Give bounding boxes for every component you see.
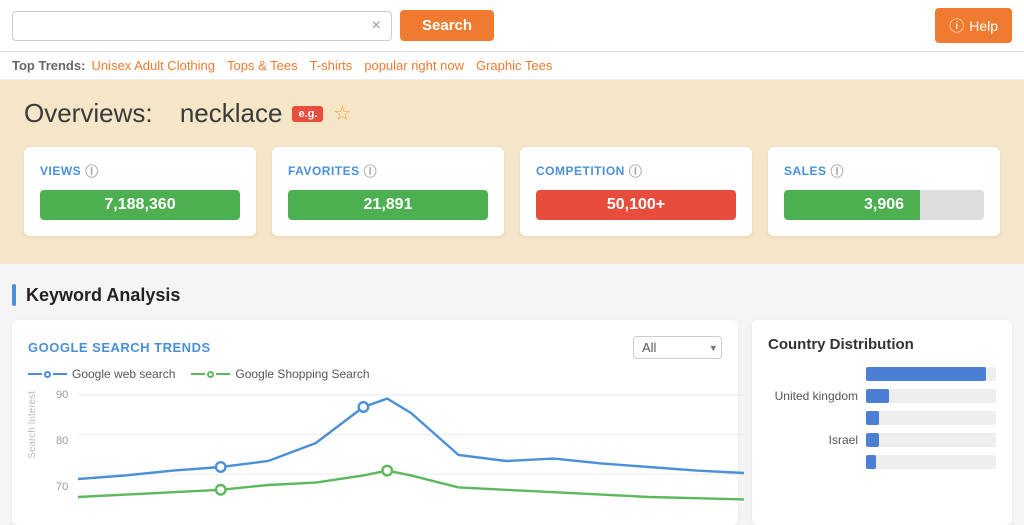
lower-row: GOOGLE SEARCH TRENDS All 12 months 6 mon…: [12, 320, 1012, 525]
trend-link-1[interactable]: Tops & Tees: [227, 58, 298, 73]
stat-label-sales: SALES ⓘ: [784, 161, 984, 180]
dropdown-wrapper: All 12 months 6 months: [633, 336, 722, 359]
legend-web-search: Google web search: [28, 367, 175, 381]
legend: Google web search Google Shopping Search: [28, 367, 722, 381]
country-bar-bg-0: [866, 367, 996, 381]
country-bar-row-4: [768, 455, 996, 469]
stat-label-views: VIEWS ⓘ: [40, 161, 240, 180]
trends-card-header: GOOGLE SEARCH TRENDS All 12 months 6 mon…: [28, 336, 722, 359]
country-bar-row-1: United kingdom: [768, 389, 996, 403]
eg-badge: e.g.: [292, 106, 323, 122]
legend-web-search-label: Google web search: [72, 367, 175, 381]
country-bar-fill-0: [866, 367, 986, 381]
section-title-bar: [12, 284, 16, 306]
country-name-1: United kingdom: [768, 389, 858, 403]
all-dropdown[interactable]: All 12 months 6 months: [633, 336, 722, 359]
country-bar-bg-1: [866, 389, 996, 403]
y-label-90: 90: [56, 389, 76, 401]
trends-chart: [78, 389, 744, 509]
help-label: Help: [969, 18, 998, 34]
competition-info-icon[interactable]: ⓘ: [629, 161, 643, 180]
stat-label-competition: COMPETITION ⓘ: [536, 161, 736, 180]
overview-title-prefix: Overviews:: [24, 98, 153, 129]
main-content: Keyword Analysis GOOGLE SEARCH TRENDS Al…: [0, 264, 1024, 525]
help-icon: ⓘ: [949, 15, 964, 36]
search-bar: necklace × Search ⓘ Help: [0, 0, 1024, 52]
country-bar-bg-3: [866, 433, 996, 447]
y-label-70: 70: [56, 481, 76, 493]
stat-card-competition: COMPETITION ⓘ 50,100+: [520, 147, 752, 236]
trend-link-4[interactable]: Graphic Tees: [476, 58, 552, 73]
chart-container: Search Interest 90 80 70: [28, 389, 722, 509]
country-bar-row-3: Israel: [768, 433, 996, 447]
stat-card-sales: SALES ⓘ 3,906: [768, 147, 1000, 236]
chart-y-axis: Search Interest: [28, 389, 56, 509]
overview-banner: Overviews: necklace e.g. ☆ VIEWS ⓘ 7,188…: [0, 80, 1024, 264]
views-info-icon[interactable]: ⓘ: [85, 161, 99, 180]
stats-row: VIEWS ⓘ 7,188,360 FAVORITES ⓘ 21,891 COM…: [24, 147, 1000, 236]
keyword-analysis-title: Keyword Analysis: [26, 285, 180, 306]
stat-card-views: VIEWS ⓘ 7,188,360: [24, 147, 256, 236]
trend-link-2[interactable]: T-shirts: [310, 58, 353, 73]
country-bar-bg-2: [866, 411, 996, 425]
clear-icon[interactable]: ×: [372, 17, 381, 35]
country-bar-fill-4: [866, 455, 876, 469]
overview-title: Overviews: necklace e.g. ☆: [24, 98, 1000, 129]
country-bar-fill-3: [866, 433, 879, 447]
search-input[interactable]: necklace: [23, 18, 366, 34]
country-bar-fill-2: [866, 411, 879, 425]
country-bar-row-0: [768, 367, 996, 381]
sales-info-icon[interactable]: ⓘ: [831, 161, 845, 180]
country-bar-bg-4: [866, 455, 996, 469]
overview-keyword: necklace: [180, 98, 283, 129]
stat-value-views: 7,188,360: [40, 190, 240, 220]
chart-svg-area: 90 80 70: [56, 389, 722, 509]
top-trends-bar: Top Trends: Unisex Adult Clothing Tops &…: [0, 52, 1024, 80]
y-label-80: 80: [56, 435, 76, 447]
country-bar-fill-1: [866, 389, 889, 403]
legend-shopping-search: Google Shopping Search: [191, 367, 369, 381]
search-input-wrapper: necklace ×: [12, 11, 392, 41]
star-icon[interactable]: ☆: [333, 101, 351, 126]
stat-label-favorites: FAVORITES ⓘ: [288, 161, 488, 180]
y-label-search-interest: Search Interest: [28, 391, 42, 459]
country-bar-row-2: [768, 411, 996, 425]
country-distribution-card: Country Distribution United kingdom: [752, 320, 1012, 525]
stat-card-favorites: FAVORITES ⓘ 21,891: [272, 147, 504, 236]
keyword-analysis-section: Keyword Analysis: [12, 284, 1012, 306]
country-card-title: Country Distribution: [768, 336, 996, 353]
stat-value-favorites: 21,891: [288, 190, 488, 220]
favorites-info-icon[interactable]: ⓘ: [364, 161, 378, 180]
trend-link-0[interactable]: Unisex Adult Clothing: [91, 58, 215, 73]
stat-value-competition: 50,100+: [536, 190, 736, 220]
trend-link-3[interactable]: popular right now: [364, 58, 464, 73]
trends-card-title: GOOGLE SEARCH TRENDS: [28, 340, 211, 355]
google-trends-card: GOOGLE SEARCH TRENDS All 12 months 6 mon…: [12, 320, 738, 525]
stat-value-sales: 3,906: [784, 190, 984, 220]
top-trends-label: Top Trends:: [12, 58, 85, 73]
help-button[interactable]: ⓘ Help: [935, 8, 1012, 43]
legend-shopping-search-label: Google Shopping Search: [235, 367, 369, 381]
country-name-3: Israel: [768, 433, 858, 447]
search-button[interactable]: Search: [400, 10, 494, 41]
